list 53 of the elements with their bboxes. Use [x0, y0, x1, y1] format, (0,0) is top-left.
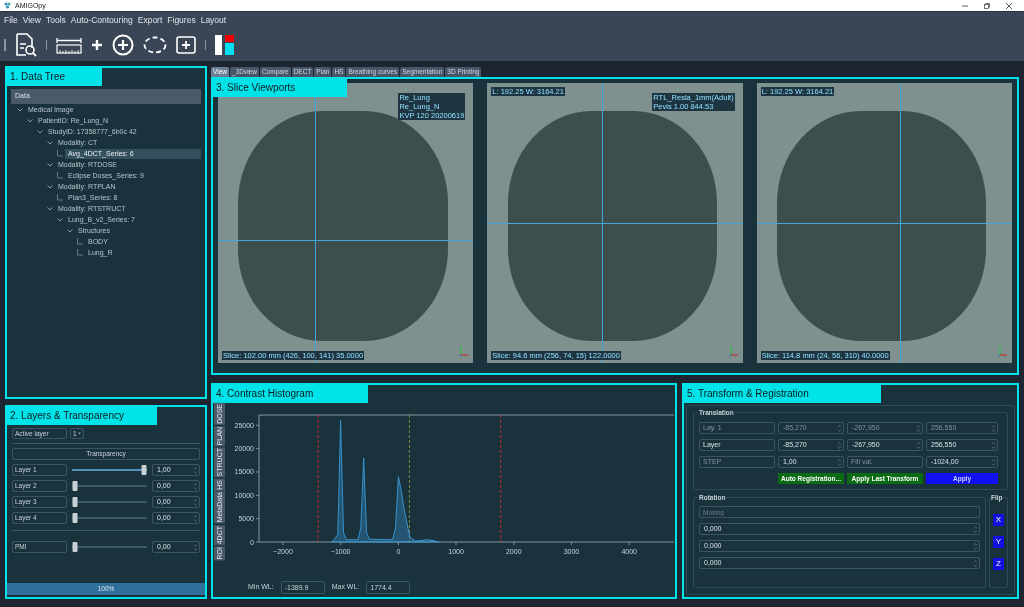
slider-thumb[interactable] — [141, 465, 147, 475]
opacity-slider[interactable] — [72, 465, 147, 475]
tree-branch-line — [57, 172, 63, 180]
menu-item[interactable]: Auto-Contouring — [70, 13, 133, 27]
axes-icon — [728, 345, 739, 357]
menu-item[interactable]: Figures — [167, 13, 196, 27]
chevron-down-icon[interactable] — [17, 108, 23, 112]
chevron-down-icon[interactable] — [27, 119, 33, 123]
section-label: 1. Data Tree — [7, 68, 102, 86]
chevron-down-icon[interactable] — [67, 229, 73, 233]
dropdown-arrow-icon — [78, 432, 81, 435]
opacity-slider[interactable] — [72, 513, 147, 523]
menu-item[interactable]: Export — [137, 13, 163, 27]
ruler-icon[interactable] — [56, 35, 82, 54]
tree-branch-line — [77, 238, 83, 246]
restore-icon[interactable] — [984, 2, 990, 9]
section-label: 4. Contrast Histogram — [213, 385, 368, 403]
chevron-down-icon[interactable] — [47, 163, 53, 167]
section-label: 3. Slice Viewports — [213, 79, 347, 97]
circle-plus-icon[interactable] — [112, 33, 134, 56]
slider-thumb[interactable] — [72, 542, 78, 552]
chevron-down-icon[interactable] — [47, 207, 53, 211]
tree-branch-line — [77, 249, 83, 257]
flip-button[interactable]: Z — [993, 558, 1004, 570]
document-search-icon[interactable] — [15, 32, 37, 57]
menu-item[interactable]: View — [22, 13, 41, 27]
color-swatch-icon[interactable] — [215, 34, 235, 55]
section-label: 5. Transform & Registration — [684, 385, 881, 403]
flip-button[interactable]: X — [993, 514, 1004, 526]
dashed-ellipse-icon[interactable] — [143, 35, 167, 54]
section-label: 2. Layers & Transparency — [7, 407, 157, 425]
chevron-down-icon[interactable] — [47, 185, 53, 189]
opacity-slider[interactable] — [72, 481, 147, 491]
square-plus-icon[interactable] — [176, 35, 196, 54]
tree-branch-line — [57, 150, 63, 158]
axes-icon — [998, 345, 1008, 357]
menu-item[interactable]: File — [4, 13, 18, 27]
axes-icon — [459, 345, 470, 357]
slider-thumb[interactable] — [72, 497, 78, 507]
slider-thumb[interactable] — [72, 481, 78, 491]
tree-branch-line — [57, 194, 63, 202]
plus-icon[interactable] — [91, 38, 103, 51]
flip-button[interactable]: Y — [993, 536, 1004, 548]
chevron-down-icon[interactable] — [57, 218, 63, 222]
chevron-down-icon[interactable] — [47, 141, 53, 145]
close-icon[interactable] — [1006, 2, 1012, 9]
opacity-slider[interactable] — [72, 497, 147, 507]
menu-item[interactable]: Layout — [200, 13, 227, 27]
menu-item[interactable]: Tools — [46, 13, 66, 27]
chevron-down-icon[interactable] — [37, 130, 43, 134]
app-logo-icon — [4, 2, 11, 9]
slider-thumb[interactable] — [72, 513, 78, 523]
opacity-slider[interactable] — [72, 542, 147, 552]
